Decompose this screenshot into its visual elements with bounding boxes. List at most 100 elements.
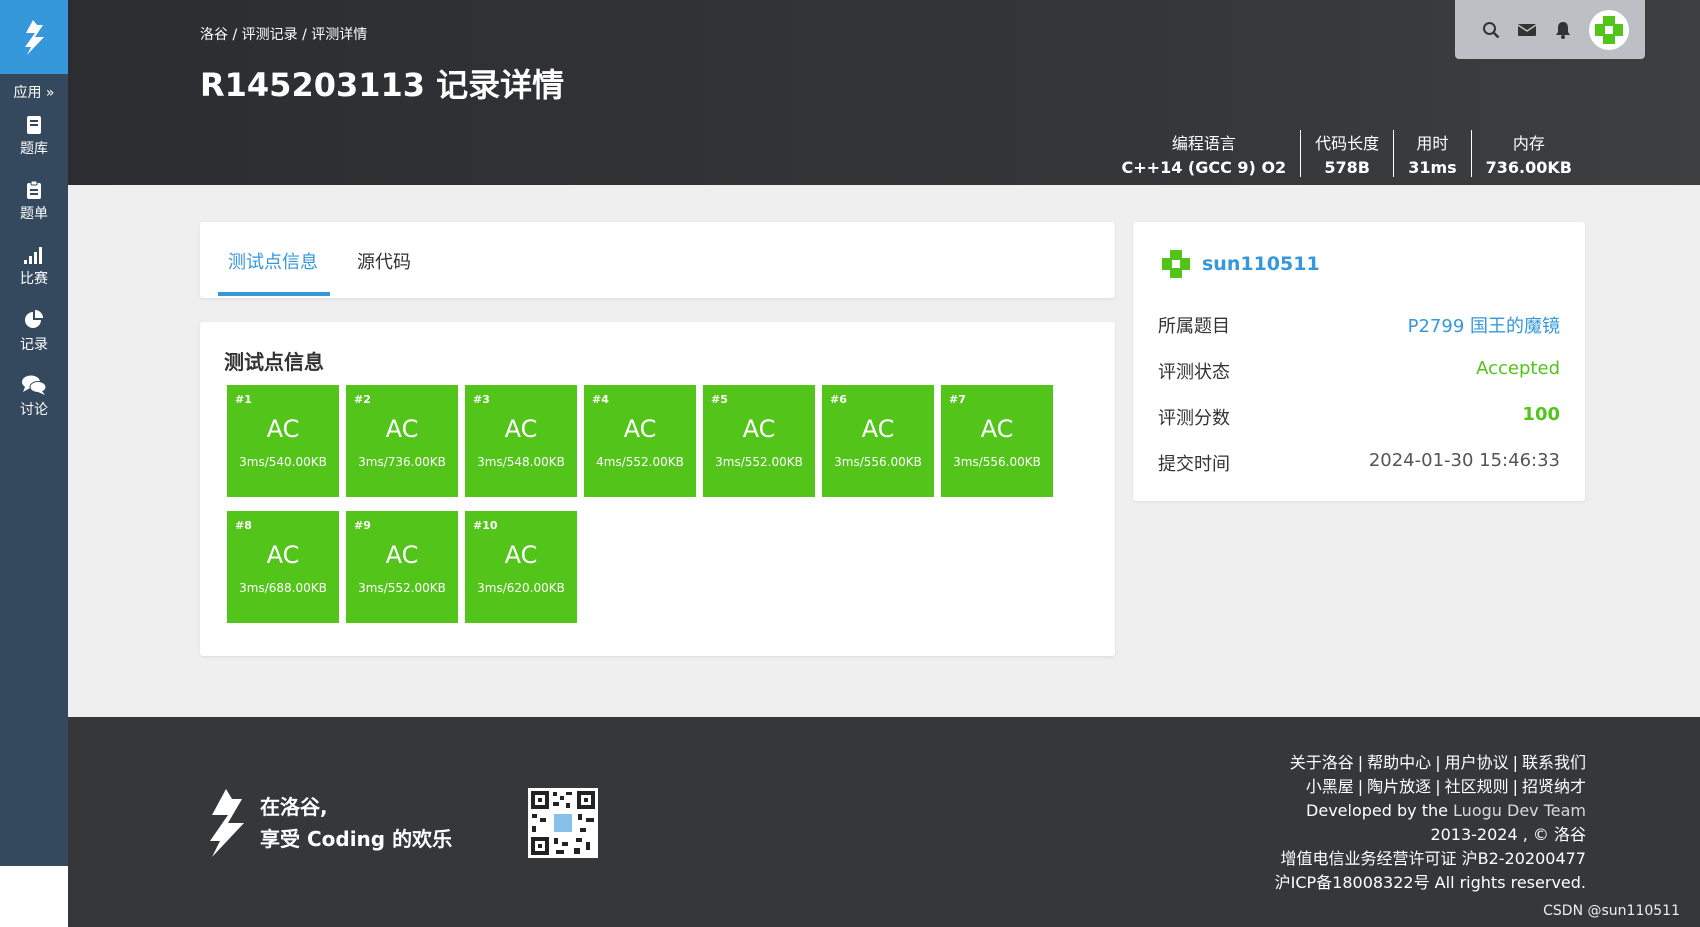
- testcase-number: #2: [354, 393, 371, 406]
- info-row-problem: 所属题目 P2799 国王的魔镜: [1158, 312, 1560, 338]
- username-link[interactable]: sun110511: [1202, 253, 1320, 275]
- sidebar-item-problems[interactable]: 题库: [0, 104, 68, 169]
- problem-link[interactable]: P2799 国王的魔镜: [1408, 312, 1560, 338]
- footer: 在洛谷, 享受 Coding 的欢乐 关于洛谷 | 帮助中心 | 用户协议 | 联系我们 小…: [68, 717, 1700, 927]
- footer-copyright: 2013-2024 , © 洛谷: [1430, 825, 1586, 844]
- testcase-number: #6: [830, 393, 847, 406]
- testcase-tile[interactable]: #3 AC 3ms/548.00KB: [465, 385, 577, 497]
- testcase-tile[interactable]: #8 AC 3ms/688.00KB: [227, 511, 339, 623]
- testcase-number: #5: [711, 393, 728, 406]
- sidebar-item-label: 比赛: [20, 271, 48, 287]
- search-icon[interactable]: [1481, 20, 1501, 40]
- watermark: CSDN @sun110511: [1543, 903, 1680, 919]
- testcases-title: 测试点信息: [224, 350, 324, 374]
- sidebar-item-contest[interactable]: 比赛: [0, 234, 68, 299]
- stat-language: 编程语言 C++14 (GCC 9) O2: [1121, 134, 1287, 177]
- footer-slogan: 在洛谷, 享受 Coding 的欢乐: [260, 795, 453, 851]
- testcase-tile[interactable]: #5 AC 3ms/552.00KB: [703, 385, 815, 497]
- tab-testcases[interactable]: 测试点信息: [228, 248, 318, 274]
- stat-memory: 内存 736.00KB: [1470, 130, 1586, 177]
- active-tab-indicator: [218, 292, 330, 296]
- testcase-detail: 4ms/552.00KB: [596, 455, 684, 469]
- user-nav: [1455, 0, 1645, 59]
- testcase-number: #4: [592, 393, 609, 406]
- sidebar-item-discuss[interactable]: 讨论: [0, 364, 68, 429]
- footer-link-help[interactable]: 帮助中心: [1367, 753, 1431, 772]
- clipboard-icon: [27, 180, 41, 199]
- mail-icon[interactable]: [1517, 20, 1537, 40]
- stat-code-length: 代码长度 578B: [1300, 130, 1393, 177]
- testcase-number: #9: [354, 519, 371, 532]
- testcase-status: AC: [385, 415, 419, 443]
- comments-icon: [22, 375, 47, 395]
- tab-source-code[interactable]: 源代码: [357, 248, 411, 274]
- submit-time-value: 2024-01-30 15:46:33: [1368, 450, 1560, 471]
- luogu-logo-icon: [210, 789, 244, 857]
- testcase-status: AC: [623, 415, 657, 443]
- pie-chart-icon: [25, 310, 43, 328]
- footer-license[interactable]: 增值电信业务经营许可证 沪B2-20200477: [1275, 847, 1586, 871]
- apps-toggle[interactable]: 应用 »: [0, 82, 68, 104]
- footer-link-rules[interactable]: 社区规则: [1445, 777, 1509, 796]
- testcase-status: AC: [266, 541, 300, 569]
- footer-link-blacklist[interactable]: 小黑屋: [1306, 777, 1354, 796]
- footer-link-contact[interactable]: 联系我们: [1522, 753, 1586, 772]
- footer-links: 关于洛谷 | 帮助中心 | 用户协议 | 联系我们 小黑屋 | 陶片放逐 | 社区规则 | 招贤纳才 D…: [1275, 751, 1586, 895]
- footer-icp[interactable]: 沪ICP备18008322号 All rights reserved.: [1275, 871, 1586, 895]
- testcase-status: AC: [861, 415, 895, 443]
- footer-link-ostracism[interactable]: 陶片放逐: [1367, 777, 1431, 796]
- testcase-detail: 3ms/620.00KB: [477, 581, 565, 595]
- info-row-score: 评测分数 100: [1158, 404, 1560, 429]
- testcase-number: #7: [949, 393, 966, 406]
- testcase-status: AC: [266, 415, 300, 443]
- testcase-status: AC: [742, 415, 776, 443]
- testcase-detail: 3ms/540.00KB: [239, 455, 327, 469]
- testcase-tile[interactable]: #9 AC 3ms/552.00KB: [346, 511, 458, 623]
- sidebar-item-label: 记录: [20, 337, 48, 353]
- testcase-tile[interactable]: #6 AC 3ms/556.00KB: [822, 385, 934, 497]
- testcase-number: #10: [473, 519, 498, 532]
- testcase-status: AC: [504, 415, 538, 443]
- sidebar-item-label: 题单: [20, 206, 48, 222]
- sidebar-item-training[interactable]: 题单: [0, 169, 68, 234]
- testcase-status: AC: [385, 541, 419, 569]
- sidebar-item-label: 题库: [20, 141, 48, 157]
- book-icon: [27, 116, 41, 134]
- page-title: R145203113 记录详情: [200, 66, 565, 104]
- dev-team-link[interactable]: Luogu Dev Team: [1453, 801, 1586, 820]
- bell-icon[interactable]: [1553, 20, 1573, 40]
- testcase-number: #1: [235, 393, 252, 406]
- sidebar-bottom-blank: [0, 866, 68, 927]
- luogu-logo-icon[interactable]: [0, 0, 68, 74]
- footer-links-row-1: 关于洛谷 | 帮助中心 | 用户协议 | 联系我们: [1289, 753, 1586, 772]
- avatar[interactable]: [1589, 9, 1629, 50]
- sidebar-item-record[interactable]: 记录: [0, 299, 68, 364]
- testcase-detail: 3ms/556.00KB: [834, 455, 922, 469]
- stat-time: 用时 31ms: [1393, 130, 1470, 177]
- status-value: Accepted: [1476, 358, 1560, 379]
- footer-links-row-2: 小黑屋 | 陶片放逐 | 社区规则 | 招贤纳才: [1305, 777, 1586, 796]
- bar-chart-icon: [24, 247, 42, 264]
- user-avatar-icon[interactable]: [1158, 246, 1194, 282]
- testcase-detail: 3ms/556.00KB: [953, 455, 1041, 469]
- testcase-tile[interactable]: #1 AC 3ms/540.00KB: [227, 385, 339, 497]
- testcase-number: #8: [235, 519, 252, 532]
- qr-code-icon: [528, 788, 598, 858]
- testcase-number: #3: [473, 393, 490, 406]
- testcase-status: AC: [980, 415, 1014, 443]
- testcase-tile[interactable]: #2 AC 3ms/736.00KB: [346, 385, 458, 497]
- footer-link-about[interactable]: 关于洛谷: [1290, 753, 1354, 772]
- testcase-tile[interactable]: #4 AC 4ms/552.00KB: [584, 385, 696, 497]
- testcase-detail: 3ms/736.00KB: [358, 455, 446, 469]
- tabs-card: 测试点信息 源代码: [200, 222, 1115, 298]
- sidebar: 应用 » 题库 题单 比赛 记录 讨论: [0, 0, 68, 866]
- footer-link-jobs[interactable]: 招贤纳才: [1522, 777, 1586, 796]
- testcase-detail: 3ms/552.00KB: [358, 581, 446, 595]
- testcase-tile[interactable]: #7 AC 3ms/556.00KB: [941, 385, 1053, 497]
- page-header: 洛谷 / 评测记录 / 评测详情 R145203113 记录详情 编程语言 C+…: [68, 0, 1700, 185]
- sidebar-item-label: 讨论: [20, 402, 48, 418]
- breadcrumb[interactable]: 洛谷 / 评测记录 / 评测详情: [200, 24, 367, 44]
- footer-link-agreement[interactable]: 用户协议: [1445, 753, 1509, 772]
- score-value: 100: [1522, 404, 1560, 425]
- testcase-tile[interactable]: #10 AC 3ms/620.00KB: [465, 511, 577, 623]
